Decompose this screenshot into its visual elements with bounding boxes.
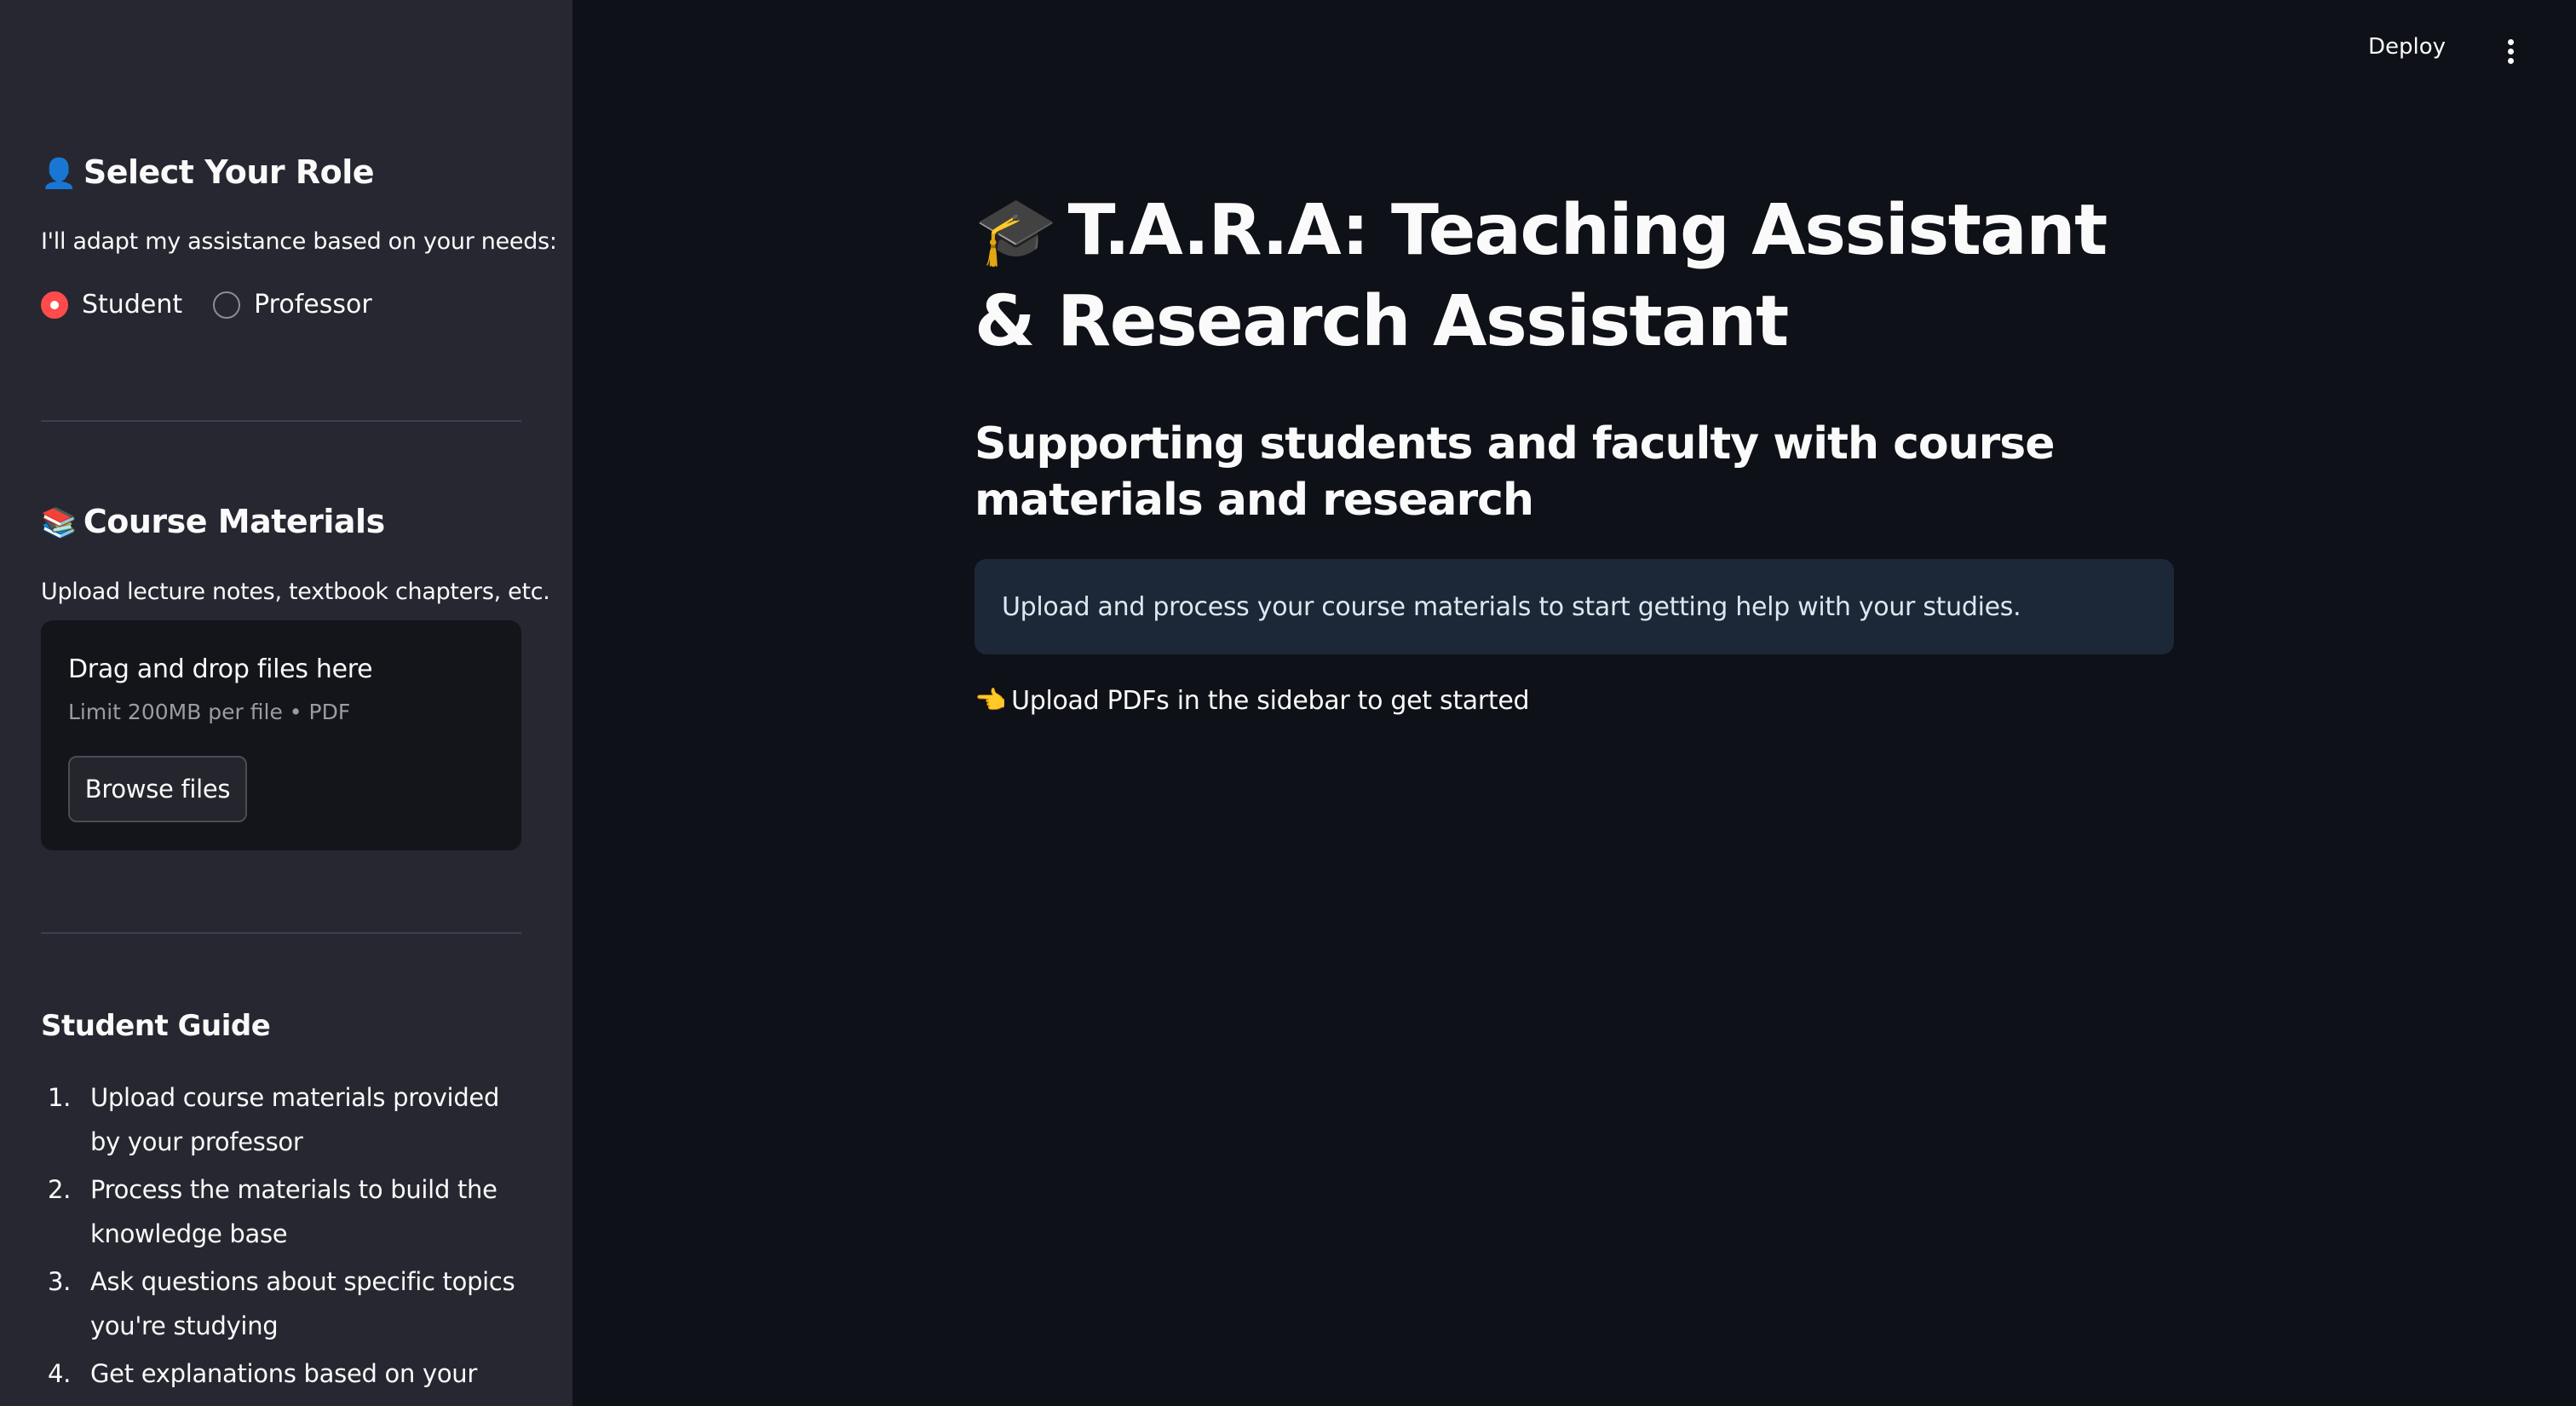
app-root: 👤 Select Your Role I'll adapt my assistan… [0, 0, 2576, 1406]
guide-item-number: 1. [48, 1083, 72, 1112]
radio-button-checked-icon[interactable] [41, 291, 68, 319]
role-section-title: 👤 Select Your Role [41, 153, 375, 191]
deploy-button[interactable]: Deploy [2368, 34, 2446, 60]
page-title: 🎓 T.A.R.A: Teaching Assistant & Research … [975, 186, 2176, 367]
guide-item-number: 4. [48, 1359, 72, 1388]
role-title-text: Select Your Role [83, 153, 375, 191]
radio-student[interactable]: Student [41, 290, 182, 320]
radio-student-label: Student [82, 290, 183, 320]
guide-item-number: 3. [48, 1267, 72, 1296]
materials-title-text: Course Materials [83, 503, 385, 540]
materials-section-title: 📚 Course Materials [41, 503, 385, 540]
info-alert-text: Upload and process your course materials… [1002, 591, 2021, 622]
pointing-left-icon: 👈 [975, 686, 1007, 716]
vertical-ellipsis-icon[interactable] [2505, 39, 2516, 65]
file-dropzone[interactable]: Drag and drop files here Limit 200MB per… [41, 620, 521, 850]
radio-button-unchecked-icon[interactable] [213, 291, 241, 319]
info-alert: Upload and process your course materials… [975, 559, 2174, 654]
menu-dot [2507, 58, 2514, 64]
graduation-cap-icon: 🎓 [975, 193, 1057, 270]
radio-professor[interactable]: Professor [213, 290, 372, 320]
dropzone-limit: Limit 200MB per file • PDF [68, 700, 351, 724]
guide-item: 4. Get explanations based on your [41, 1351, 521, 1396]
guide-item-text: Process the materials to build the knowl… [90, 1175, 497, 1248]
page-subtitle: Supporting students and faculty with cou… [975, 418, 2056, 526]
guide-item-number: 2. [48, 1175, 72, 1204]
menu-dot [2507, 49, 2514, 55]
upload-hint-text: Upload PDFs in the sidebar to get starte… [1011, 686, 1530, 716]
role-radio-group: Student Professor [41, 290, 372, 320]
guide-title: Student Guide [41, 1009, 271, 1043]
sidebar: 👤 Select Your Role I'll adapt my assistan… [0, 0, 572, 1406]
upload-hint: 👈 Upload PDFs in the sidebar to get start… [975, 686, 1530, 716]
guide-item: 2. Process the materials to build the kno… [41, 1167, 521, 1256]
guide-item: 1. Upload course materials provided by yo… [41, 1075, 521, 1164]
role-description: I'll adapt my assistance based on your n… [41, 228, 557, 255]
dropzone-title: Drag and drop files here [68, 654, 373, 684]
books-icon: 📚 [41, 506, 77, 540]
user-icon: 👤 [41, 157, 77, 191]
browse-files-button[interactable]: Browse files [68, 756, 247, 822]
guide-item-text: Ask questions about specific topics you'… [90, 1267, 515, 1340]
sidebar-divider [41, 420, 521, 422]
guide-item: 3. Ask questions about specific topics yo… [41, 1259, 521, 1348]
guide-item-text: Get explanations based on your [90, 1359, 477, 1388]
menu-dot [2507, 39, 2514, 45]
page-title-text: T.A.R.A: Teaching Assistant & Research A… [975, 190, 2107, 362]
radio-professor-label: Professor [254, 290, 372, 320]
guide-item-text: Upload course materials provided by your… [90, 1083, 500, 1156]
guide-list: 1. Upload course materials provided by yo… [41, 1075, 521, 1399]
sidebar-divider [41, 932, 521, 934]
materials-description: Upload lecture notes, textbook chapters,… [41, 579, 550, 605]
